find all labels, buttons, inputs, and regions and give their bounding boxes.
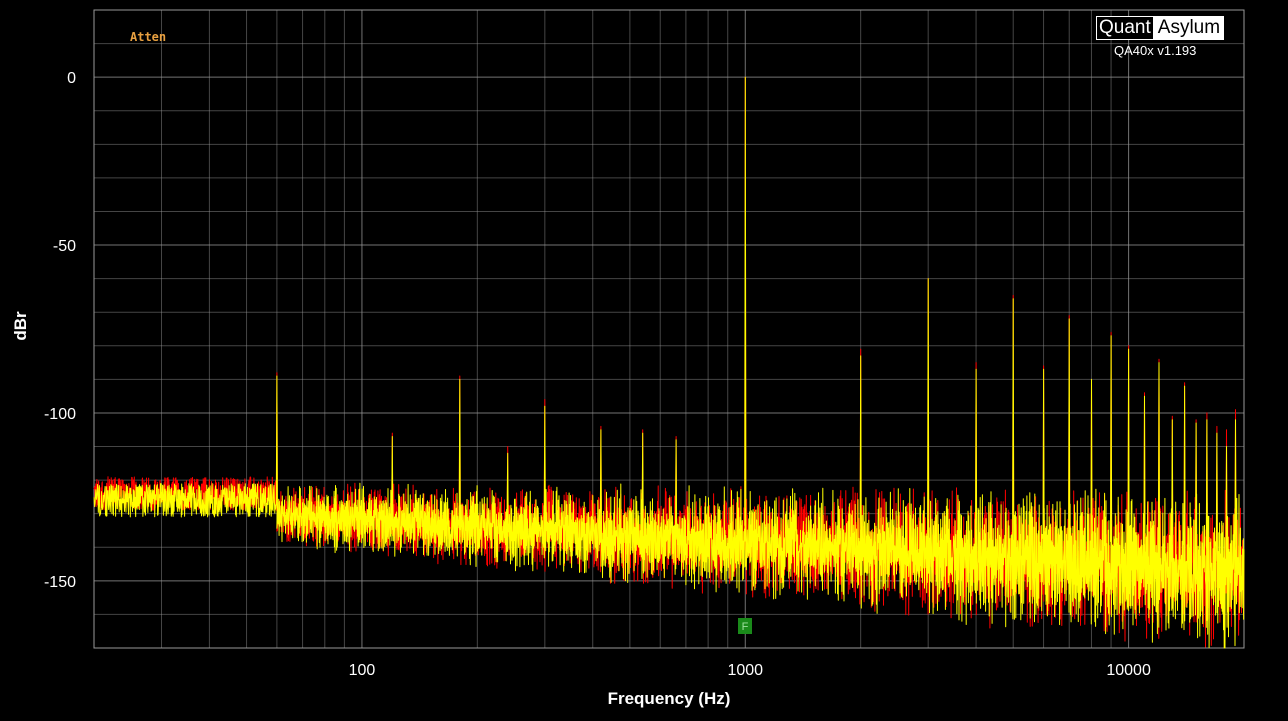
version-label: QA40x v1.193 xyxy=(1114,43,1197,58)
y-tick-label: -100 xyxy=(44,406,76,423)
x-tick-labels: 100 1000 10000 xyxy=(349,662,1151,679)
traces xyxy=(93,76,1245,649)
y-tick-label: -50 xyxy=(53,238,76,255)
frequency-marker[interactable]: F xyxy=(738,618,752,634)
brand-name-left: Quant xyxy=(1096,16,1154,40)
brand-logo: Quant Asylum xyxy=(1096,16,1225,40)
x-tick-label: 100 xyxy=(349,662,376,679)
y-axis-label: dBr xyxy=(11,311,30,341)
y-tick-label: 0 xyxy=(67,70,76,87)
y-tick-labels: 0 -50 -100 -150 xyxy=(44,70,76,591)
y-tick-label: -150 xyxy=(44,574,76,591)
brand-name-right: Asylum xyxy=(1153,16,1225,40)
x-axis-label: Frequency (Hz) xyxy=(608,689,731,708)
atten-indicator: Atten xyxy=(130,30,166,44)
spectrum-chart: 0 -50 -100 -150 100 1000 10000 Frequency (Hz)… xyxy=(11,9,1245,708)
x-tick-label: 1000 xyxy=(727,662,763,679)
x-tick-label: 10000 xyxy=(1106,662,1151,679)
marker-label: F xyxy=(742,621,749,633)
